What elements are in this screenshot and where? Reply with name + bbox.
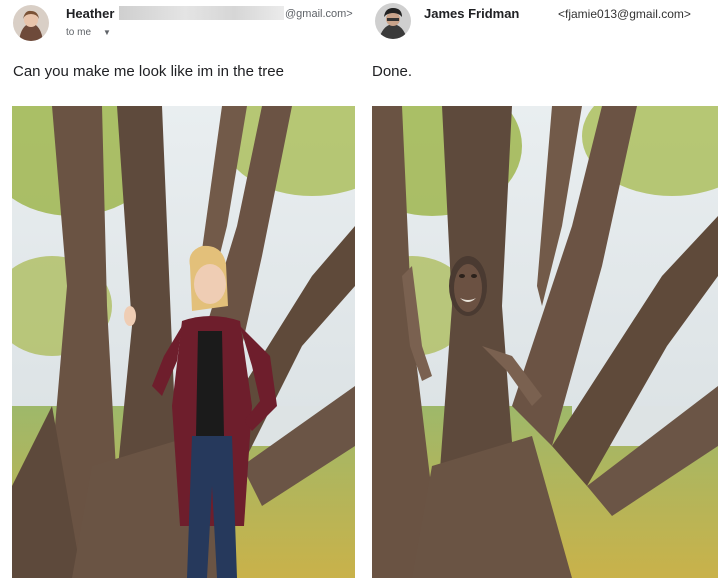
avatar-photo-icon xyxy=(375,3,411,39)
sender-email-domain: @gmail.com> xyxy=(285,8,353,20)
email-body-text: Done. xyxy=(372,63,413,80)
redacted-email-bar xyxy=(119,6,284,20)
sender-name[interactable]: James Fridman xyxy=(424,6,519,21)
photo-woman-by-tree xyxy=(12,106,355,578)
sender-name[interactable]: Heather xyxy=(66,6,114,21)
left-email-panel: Heather @gmail.com> to me ▼ Can you make… xyxy=(0,0,362,582)
sender-avatar[interactable] xyxy=(13,5,49,41)
email-body-text: Can you make me look like im in the tree xyxy=(13,63,284,80)
sender-avatar[interactable] xyxy=(375,3,411,39)
sender-email: <fjamie013@gmail.com> xyxy=(558,7,691,21)
avatar-photo-icon xyxy=(13,5,49,41)
recipient-label: to me xyxy=(66,27,92,38)
right-email-panel: James Fridman <fjamie013@gmail.com> Done… xyxy=(362,0,728,582)
photo-face-in-tree xyxy=(372,106,718,578)
chevron-down-icon[interactable]: ▼ xyxy=(103,28,111,37)
